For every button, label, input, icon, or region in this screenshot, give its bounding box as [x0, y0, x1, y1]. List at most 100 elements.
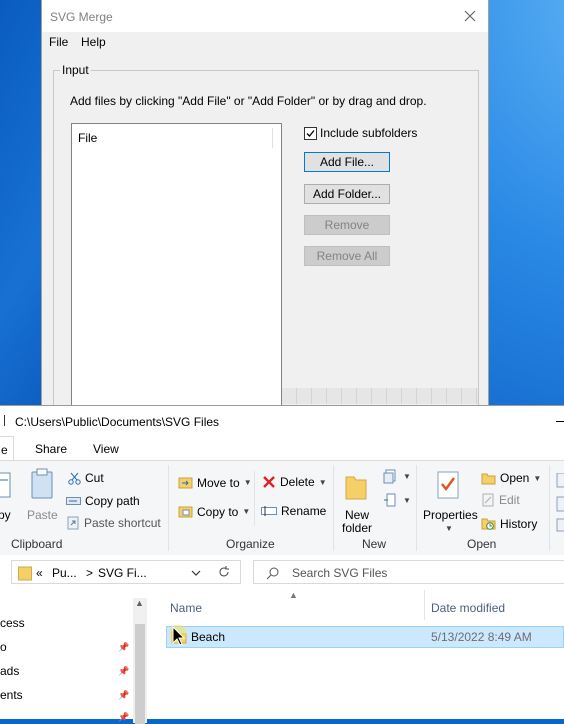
paste-icon[interactable] [29, 467, 55, 504]
copy-path-button[interactable]: Copy path [66, 494, 140, 508]
properties-label[interactable]: Properties [423, 509, 478, 522]
ribbon-separator [549, 465, 550, 551]
file-date-modified: 5/13/2022 8:49 AM [431, 630, 532, 644]
merge-titlebar[interactable]: SVG Merge [42, 0, 488, 32]
cut-button[interactable]: Cut [68, 471, 104, 485]
paste-shortcut-label: Paste shortcut [84, 516, 161, 530]
scroll-up-icon[interactable]: ▲ [135, 598, 144, 608]
rename-button[interactable]: Rename [261, 504, 326, 518]
ribbon: py Paste Cut Copy path Paste shortcut Cl… [0, 460, 564, 556]
copy-label[interactable]: py [0, 509, 11, 522]
move-to-label: Move to [197, 475, 240, 490]
move-to-icon [178, 477, 193, 489]
checkmark-icon[interactable] [304, 126, 317, 140]
add-folder-button[interactable]: Add Folder... [304, 184, 390, 204]
scrollbar-thumb[interactable] [135, 624, 145, 724]
edit-label: Edit [499, 493, 520, 507]
remove-all-button[interactable]: Remove All [304, 246, 390, 266]
pin-icon[interactable]: 📌 [118, 642, 129, 653]
table-row[interactable]: Beach 5/13/2022 8:49 AM [166, 626, 564, 648]
merge-menubar: File Help [42, 32, 488, 52]
address-bar[interactable]: « Pu... > SVG Fi... [11, 560, 241, 584]
breadcrumb-overflow[interactable]: « [36, 566, 43, 580]
open-button[interactable]: Open ▼ [481, 471, 541, 485]
file-list-pane: ▲ Name Date modified Beach 5/13/2022 8:4… [150, 590, 564, 719]
copy-icon[interactable] [0, 469, 14, 504]
navigation-pane: cess o ads ents 📌 📌 📌 📌 ▲ [0, 590, 150, 724]
new-folder-label-line2: folder [342, 521, 373, 535]
ribbon-separator [333, 465, 334, 551]
new-folder-label[interactable]: New folder [342, 509, 372, 535]
ribbon-tabs: e Share View [0, 436, 564, 460]
menu-file[interactable]: File [49, 35, 68, 49]
nav-item-quick-access[interactable]: cess [0, 616, 25, 630]
delete-x-icon [263, 476, 275, 488]
tab-home[interactable]: e [0, 436, 14, 460]
ribbon-separator [254, 471, 255, 526]
paste-shortcut-button[interactable]: Paste shortcut [66, 516, 161, 530]
sort-ascending-icon: ▲ [289, 590, 298, 600]
nav-scrollbar[interactable]: ▲ [133, 598, 147, 724]
close-icon[interactable] [460, 6, 480, 26]
open-folder-icon [481, 473, 496, 484]
dropdown-caret-icon: ▼ [403, 471, 411, 481]
easy-access-button[interactable]: ▼ [383, 492, 411, 508]
menu-help[interactable]: Help [81, 35, 106, 49]
nav-item-downloads[interactable]: ads [0, 664, 19, 678]
nav-item-documents[interactable]: ents [0, 688, 23, 702]
include-subfolders-checkbox[interactable]: Include subfolders [304, 126, 417, 140]
delete-label: Delete [280, 475, 315, 489]
paste-label[interactable]: Paste [27, 509, 58, 522]
rename-icon [261, 506, 277, 516]
delete-button[interactable]: Delete ▼ [262, 475, 327, 489]
nav-item-desktop[interactable]: o [0, 640, 7, 654]
remove-button[interactable]: Remove [304, 215, 390, 235]
new-folder-icon[interactable] [344, 471, 370, 504]
svg-merge-window: SVG Merge File Help Input Add files by c… [41, 0, 489, 414]
move-to-button[interactable]: Move to ▼ [178, 475, 252, 490]
input-group-label: Input [60, 63, 91, 77]
file-column-header[interactable]: File [78, 131, 97, 145]
search-placeholder: Search SVG Files [292, 566, 388, 580]
copy-to-button[interactable]: Copy to ▼ [178, 504, 250, 519]
tab-view[interactable]: View [93, 442, 119, 456]
history-label: History [500, 516, 538, 531]
minimize-icon[interactable] [556, 421, 564, 422]
column-header-date-modified[interactable]: Date modified [431, 601, 505, 615]
select-all-icon[interactable] [556, 472, 564, 536]
new-item-icon [383, 469, 396, 484]
column-separator [272, 128, 273, 148]
search-input[interactable]: Search SVG Files [253, 560, 564, 584]
ribbon-separator [416, 465, 417, 551]
chevron-down-icon[interactable] [190, 567, 202, 581]
add-file-button[interactable]: Add File... [304, 152, 390, 172]
breadcrumb-public[interactable]: Pu... [52, 566, 77, 580]
breadcrumb-svg-files[interactable]: SVG Fi... [98, 566, 147, 580]
mouse-cursor-icon [169, 621, 187, 650]
edit-button[interactable]: Edit [482, 493, 520, 507]
refresh-icon[interactable] [217, 565, 231, 582]
dropdown-caret-icon[interactable]: ▼ [445, 524, 453, 533]
clipboard-group-label: Clipboard [11, 537, 63, 551]
explorer-titlebar[interactable]: C:\Users\Public\Documents\SVG Files [0, 406, 564, 436]
cut-label: Cut [85, 471, 104, 485]
column-divider[interactable] [424, 590, 425, 620]
search-icon [266, 566, 280, 583]
new-item-button[interactable]: ▼ [383, 468, 411, 484]
column-header-name[interactable]: Name [170, 601, 202, 615]
dropdown-caret-icon: ▼ [242, 507, 251, 516]
file-list[interactable]: File [71, 123, 282, 414]
tab-share[interactable]: Share [35, 442, 67, 456]
pin-icon[interactable]: 📌 [118, 690, 129, 701]
breadcrumb-separator[interactable]: > [86, 566, 93, 580]
include-subfolders-label: Include subfolders [320, 126, 418, 140]
merge-bottom-strip [282, 388, 478, 404]
titlebar-edge [4, 415, 5, 426]
properties-icon[interactable] [436, 471, 460, 502]
dropdown-caret-icon: ▼ [243, 478, 252, 487]
file-name: Beach [191, 630, 226, 644]
easy-access-icon [384, 493, 396, 507]
history-button[interactable]: History [481, 516, 537, 531]
paste-shortcut-icon [67, 516, 79, 530]
pin-icon[interactable]: 📌 [118, 666, 129, 677]
